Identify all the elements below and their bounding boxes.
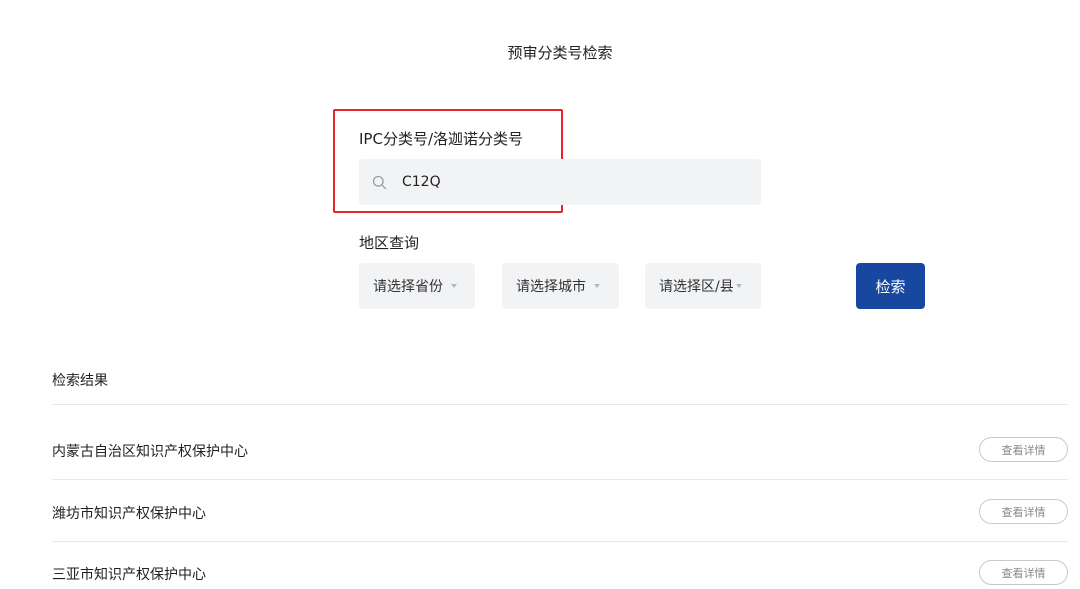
divider	[52, 479, 1068, 480]
city-select-label: 请选择城市	[516, 279, 586, 295]
page-title: 预审分类号检索	[507, 44, 613, 62]
chevron-down-icon	[594, 284, 600, 288]
result-item-name: 潍坊市知识产权保护中心	[52, 506, 206, 522]
result-item-name: 内蒙古自治区知识产权保护中心	[52, 444, 248, 460]
region-field-label: 地区查询	[359, 234, 420, 252]
district-select-label: 请选择区/县	[659, 279, 734, 295]
chevron-down-icon	[735, 284, 742, 288]
district-select[interactable]: 请选择区/县	[645, 263, 761, 309]
divider	[52, 541, 1068, 542]
search-icon	[371, 174, 387, 190]
search-button[interactable]: 检索	[856, 263, 925, 309]
view-details-button[interactable]: 查看详情	[979, 499, 1068, 524]
ipc-field-label: IPC分类号/洛迦诺分类号	[359, 130, 523, 148]
result-item-name: 三亚市知识产权保护中心	[52, 567, 206, 583]
ipc-search-input[interactable]	[400, 173, 744, 191]
province-select-label: 请选择省份	[373, 279, 443, 295]
ipc-search-box[interactable]	[359, 159, 761, 205]
divider	[52, 404, 1068, 405]
chevron-down-icon	[451, 284, 457, 288]
view-details-button[interactable]: 查看详情	[979, 437, 1068, 462]
view-details-button[interactable]: 查看详情	[979, 560, 1068, 585]
province-select[interactable]: 请选择省份	[359, 263, 475, 309]
city-select[interactable]: 请选择城市	[502, 263, 619, 309]
results-title: 检索结果	[52, 373, 108, 389]
